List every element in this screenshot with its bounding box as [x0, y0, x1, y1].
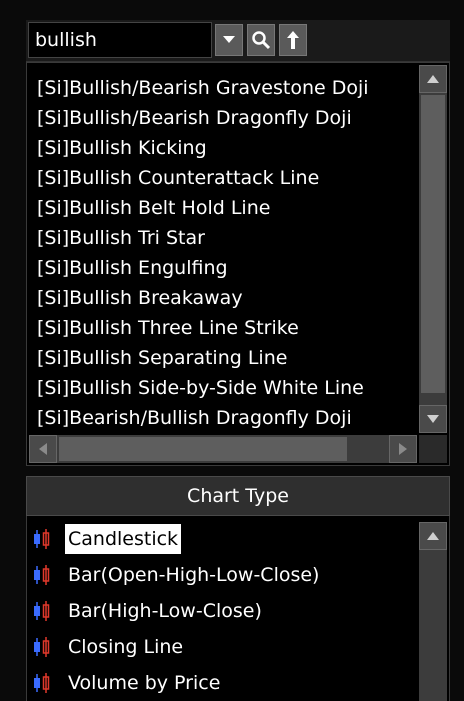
triangle-down-icon	[427, 415, 439, 423]
triangle-right-icon	[399, 443, 407, 455]
candlestick-icon	[34, 673, 50, 693]
candlestick-icon	[34, 637, 50, 657]
search-toolbar	[26, 20, 450, 62]
pattern-vertical-scrollbar[interactable]	[419, 65, 447, 433]
candlestick-icon	[34, 565, 50, 585]
pattern-list-item[interactable]: [Si]Bullish Kicking	[37, 133, 417, 163]
chart-type-item[interactable]: Volume by Price	[31, 668, 223, 698]
chart-type-label: Closing Line	[68, 636, 184, 658]
arrow-up-icon	[287, 31, 299, 49]
pattern-horizontal-scrollbar[interactable]	[29, 435, 417, 463]
dropdown-button[interactable]	[215, 24, 243, 56]
pattern-panel: [Si]Bullish/Bearish Gravestone Doji[Si]B…	[0, 0, 464, 701]
scroll-up-button[interactable]	[419, 65, 447, 93]
scroll-right-button[interactable]	[389, 435, 417, 463]
chart-type-label: Bar(High-Low-Close)	[68, 600, 262, 622]
search-icon	[252, 31, 271, 50]
move-up-button[interactable]	[279, 24, 307, 56]
chart-type-item[interactable]: Bar(Open-High-Low-Close)	[31, 560, 322, 590]
pattern-list-item[interactable]: [Si]Bullish Counterattack Line	[37, 163, 417, 193]
chart-type-header: Chart Type	[26, 476, 450, 516]
pattern-list-item[interactable]: [Si]Bullish/Bearish Gravestone Doji	[37, 73, 417, 103]
triangle-up-icon	[427, 75, 439, 83]
chart-type-label: Bar(Open-High-Low-Close)	[68, 564, 320, 586]
pattern-list-item[interactable]: [Si]Bullish Engulfing	[37, 253, 417, 283]
triangle-up-icon	[427, 532, 439, 540]
pattern-list-item[interactable]: [Si]Bullish/Bearish Dragonfly Doji	[37, 103, 417, 133]
search-input[interactable]	[28, 22, 212, 58]
horizontal-scroll-thumb[interactable]	[59, 437, 347, 461]
chart-type-label: Candlestick	[65, 524, 182, 554]
chart-type-item[interactable]: Candlestick	[31, 524, 182, 554]
chart-scroll-up-button[interactable]	[419, 522, 447, 550]
pattern-list: [Si]Bullish/Bearish Gravestone Doji [Si]B…	[26, 62, 450, 466]
chart-type-label: Volume by Price	[68, 672, 221, 694]
pattern-list-item[interactable]: [Si]Bearish/Bullish Dragonfly Doji	[37, 403, 417, 433]
pattern-list-item[interactable]: [Si]Bullish Tri Star	[37, 223, 417, 253]
scrollbar-corner	[419, 435, 447, 463]
chart-type-item[interactable]: Closing Line	[31, 632, 186, 662]
pattern-list-item[interactable]: [Si]Bullish Side-by-Side White Line	[37, 373, 417, 403]
pattern-list-item[interactable]: [Si]Bullish Breakaway	[37, 283, 417, 313]
chart-type-list: Candlestick Bar(Open-High-Low-Close) Bar(H…	[26, 516, 450, 701]
candlestick-icon	[34, 601, 50, 621]
scroll-left-button[interactable]	[29, 435, 57, 463]
pattern-list-items: [Si]Bullish/Bearish Gravestone Doji [Si]B…	[37, 73, 417, 433]
chart-type-item[interactable]: Bar(High-Low-Close)	[31, 596, 265, 626]
vertical-scroll-thumb[interactable]	[421, 95, 445, 393]
chevron-down-icon	[223, 36, 235, 43]
candlestick-icon	[34, 529, 50, 549]
triangle-left-icon	[39, 443, 47, 455]
pattern-list-item[interactable]: [Si]Bullish Three Line Strike	[37, 313, 417, 343]
scroll-down-button[interactable]	[419, 405, 447, 433]
pattern-list-item[interactable]: [Si]Bullish Separating Line	[37, 343, 417, 373]
chart-type-scrollbar[interactable]	[419, 522, 447, 701]
pattern-list-item[interactable]: [Si]Bullish Belt Hold Line	[37, 193, 417, 223]
search-button[interactable]	[247, 24, 275, 56]
